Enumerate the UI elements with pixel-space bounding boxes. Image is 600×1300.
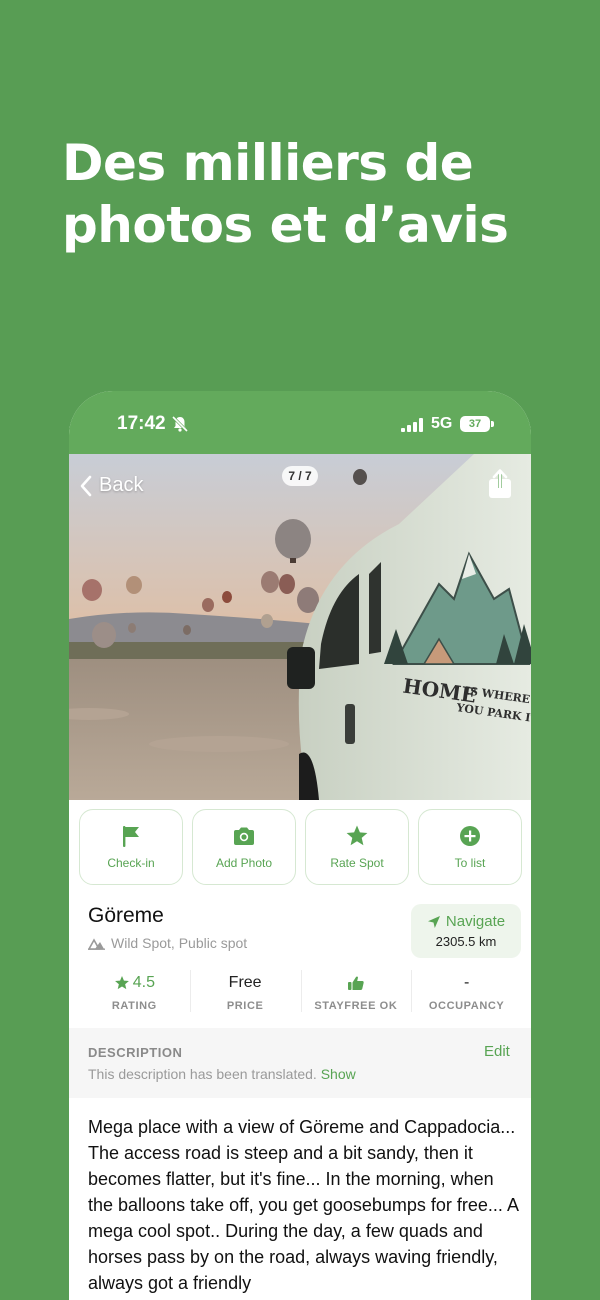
occupancy-label: OCCUPANCY (428, 1000, 505, 1012)
spot-photo[interactable]: HOME IS WHERE YOU PARK IT Back 7 / 7 (69, 454, 531, 800)
thumbs-up-icon (347, 976, 364, 990)
back-button[interactable]: Back (79, 474, 143, 497)
check-in-label: Check-in (107, 856, 155, 870)
spot-type-label: Wild Spot, Public spot (111, 935, 248, 951)
rate-spot-button[interactable]: Rate Spot (305, 809, 409, 885)
rating-star-icon (114, 976, 129, 990)
network-type: 5G (431, 415, 453, 432)
back-label: Back (99, 474, 144, 496)
show-original-link[interactable]: Show (321, 1066, 356, 1082)
camera-icon (234, 827, 254, 845)
photo-counter: 7 / 7 (282, 466, 318, 486)
spot-type: Wild Spot, Public spot (88, 935, 247, 951)
add-photo-label: Add Photo (215, 856, 273, 870)
occupancy-stat: - OCCUPANCY (411, 968, 522, 1020)
price-value: Free (228, 974, 262, 991)
edit-button[interactable]: Edit (484, 1043, 510, 1060)
status-bar: 17:42 5G 37 (69, 391, 531, 454)
price-label: PRICE (226, 1000, 264, 1012)
stats-row: 4.5 RATING Free PRICE STAYFREE OK - OCCU… (79, 968, 522, 1020)
flag-icon (123, 826, 139, 847)
action-buttons: Check-in Add Photo Rate Spot To list (79, 809, 522, 885)
translation-note-text: This description has been translated. (88, 1066, 317, 1082)
headline-line-2: photos et d’avis (62, 196, 509, 254)
check-in-button[interactable]: Check-in (79, 809, 183, 885)
plus-circle-icon (460, 826, 480, 846)
spot-title: Göreme (88, 904, 164, 927)
description-heading: DESCRIPTION (88, 1045, 183, 1060)
stayfree-stat: STAYFREE OK (300, 968, 412, 1020)
stayfree-label: STAYFREE OK (314, 1000, 398, 1012)
add-photo-button[interactable]: Add Photo (192, 809, 296, 885)
to-list-button[interactable]: To list (418, 809, 522, 885)
bell-off-icon (171, 415, 189, 433)
headline: Des milliers de photos et d’avis (62, 132, 562, 256)
rating-label: RATING (111, 1000, 157, 1012)
share-icon[interactable] (488, 469, 512, 499)
location-arrow-icon (427, 915, 440, 928)
description-header: DESCRIPTION Edit This description has be… (69, 1028, 531, 1098)
status-time: 17:42 (117, 413, 166, 434)
translation-note: This description has been translated. Sh… (88, 1066, 356, 1082)
phone-screen: 17:42 5G 37 HOME IS WHERE YOU PARK IT Ba… (69, 391, 531, 1300)
to-list-label: To list (454, 856, 486, 870)
photo-image: HOME IS WHERE YOU PARK IT (69, 454, 531, 800)
navigate-distance: 2305.5 km (435, 934, 497, 949)
rate-spot-label: Rate Spot (330, 856, 384, 870)
navigate-label: Navigate (445, 913, 506, 930)
signal-icon (401, 418, 423, 432)
rating-stat: 4.5 RATING (79, 968, 190, 1020)
battery-tip (491, 421, 494, 427)
occupancy-value: - (463, 974, 470, 991)
headline-line-1: Des milliers de (62, 134, 474, 192)
description-text: Mega place with a view of Göreme and Cap… (88, 1117, 518, 1293)
battery-icon: 37 (460, 416, 490, 432)
navigate-button[interactable]: Navigate 2305.5 km (411, 904, 521, 958)
chevron-left-icon (80, 475, 92, 496)
star-icon (346, 825, 368, 846)
tent-icon (88, 937, 105, 950)
rating-value: 4.5 (132, 974, 155, 991)
price-stat: Free PRICE (189, 968, 301, 1020)
